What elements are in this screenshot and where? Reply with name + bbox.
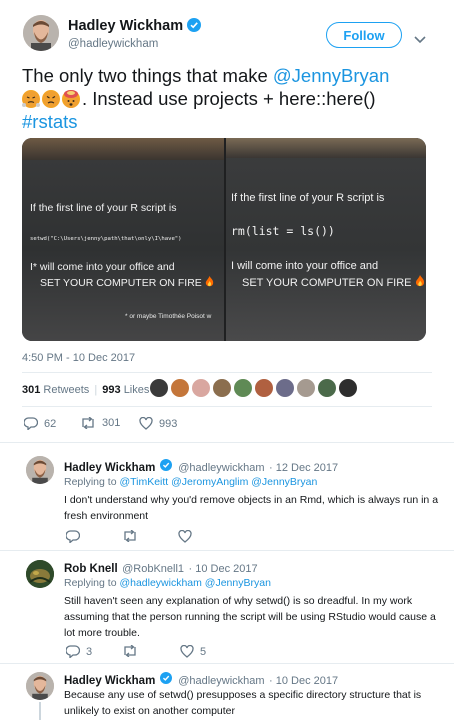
- liker-avatar[interactable]: [213, 379, 231, 397]
- reply-avatar[interactable]: [26, 672, 54, 700]
- tweet-text: The only two things that make @JennyBrya…: [22, 65, 390, 132]
- slide-right: If the first line of your R script is rm…: [226, 138, 426, 341]
- retweet-action[interactable]: [122, 645, 138, 657]
- reply-date[interactable]: · 10 Dec 2017: [189, 563, 258, 575]
- tweet-timestamp[interactable]: 4:50 PM - 10 Dec 2017: [22, 352, 135, 364]
- heart-icon: [139, 417, 153, 430]
- reply-icon: [66, 530, 80, 543]
- reply-avatar[interactable]: [26, 456, 54, 484]
- like-count: 5: [200, 645, 207, 658]
- like-action[interactable]: 5: [180, 645, 206, 658]
- liker-avatar[interactable]: [150, 379, 168, 397]
- slide-right-code: rm(list = ls()): [231, 224, 335, 238]
- reply-icon: [66, 645, 80, 658]
- thread-line: [39, 702, 41, 720]
- heart-icon: [178, 530, 192, 543]
- verified-badge-icon: [159, 459, 174, 473]
- retweet-action[interactable]: 301: [80, 417, 120, 429]
- retweets-stat[interactable]: 301 Retweets: [22, 384, 89, 396]
- reply-author-name[interactable]: Rob Knell: [64, 563, 118, 575]
- slide-left-line3-row: SET YOUR COMPUTER ON FIRE: [40, 276, 224, 289]
- chevron-down-icon[interactable]: [414, 31, 426, 49]
- reply-count: 3: [86, 645, 93, 658]
- divider: [0, 550, 454, 551]
- heart-icon: [180, 645, 194, 658]
- exploding-head-icon: [62, 90, 80, 108]
- hashtag-link[interactable]: #rstats: [22, 111, 78, 132]
- replying-to: Replying to @hadleywickham @JennyBryan: [64, 577, 271, 589]
- angry-face-icon: [42, 90, 60, 108]
- replying-to-links[interactable]: @TimKeitt @JeromyAnglim @JennyBryan: [119, 476, 317, 488]
- reply-action[interactable]: 62: [24, 417, 56, 430]
- reply-text: I don't understand why you'd remove obje…: [64, 494, 439, 522]
- reply-date[interactable]: · 10 Dec 2017: [269, 675, 338, 687]
- fire-icon: [415, 275, 425, 287]
- reply-icon: [24, 417, 38, 430]
- slide-left-code: setwd("C:\Users\jenny\path\that\only\I\h…: [30, 236, 182, 242]
- fire-icon: [205, 276, 214, 287]
- reply-date[interactable]: · 12 Dec 2017: [269, 462, 338, 474]
- slide-left-line1: If the first line of your R script is: [30, 202, 177, 214]
- liker-avatar[interactable]: [171, 379, 189, 397]
- image-divider: [224, 138, 226, 341]
- retweet-icon: [122, 530, 138, 542]
- retweet-action[interactable]: [122, 530, 138, 542]
- reply-text: Because any use of setwd() presupposes a…: [64, 689, 422, 717]
- slide-right-line1: If the first line of your R script is: [231, 192, 385, 204]
- liker-avatar[interactable]: [339, 379, 357, 397]
- author-name[interactable]: Hadley Wickham: [68, 18, 183, 34]
- verified-badge-icon: [187, 18, 202, 32]
- like-count: 993: [159, 417, 178, 430]
- retweet-icon: [122, 645, 138, 657]
- reply-header: Rob Knell @RobKnell1 · 10 Dec 2017: [64, 559, 258, 577]
- reply-text: Still haven't seen any explanation of wh…: [64, 595, 436, 639]
- divider: [22, 406, 432, 407]
- angry-face-with-steam-icon: [22, 90, 40, 108]
- reply-author-name[interactable]: Hadley Wickham: [64, 675, 155, 687]
- stats-row: 301 Retweets | 993 Likes: [22, 384, 150, 396]
- verified-badge-icon: [159, 672, 174, 686]
- reply-author-name[interactable]: Hadley Wickham: [64, 462, 155, 474]
- reply-header: Hadley Wickham @hadleywickham · 12 Dec 2…: [64, 458, 338, 476]
- retweet-icon: [80, 417, 96, 429]
- divider: [22, 372, 432, 373]
- slide-right-line3: SET YOUR COMPUTER ON FIRE: [242, 277, 412, 289]
- divider: [0, 442, 454, 443]
- reply-avatar[interactable]: [26, 560, 54, 588]
- like-action[interactable]: [178, 530, 192, 543]
- reply-count: 62: [44, 417, 57, 430]
- like-action[interactable]: 993: [139, 417, 177, 430]
- liker-avatar[interactable]: [234, 379, 252, 397]
- slide-right-line3-row: SET YOUR COMPUTER ON FIRE: [242, 275, 426, 289]
- retweet-count: 301: [102, 417, 121, 429]
- liker-avatar[interactable]: [297, 379, 315, 397]
- reply-author-handle[interactable]: @hadleywickham: [178, 462, 264, 474]
- replying-to: Replying to @TimKeitt @JeromyAnglim @Jen…: [64, 476, 318, 488]
- slide-left-footnote: * or maybe Timothée Poisot w: [125, 313, 212, 320]
- slide-left-line3: SET YOUR COMPUTER ON FIRE: [40, 277, 202, 289]
- divider: [0, 663, 454, 664]
- likes-stat[interactable]: 993 Likes: [102, 384, 149, 396]
- slide-left: If the first line of your R script is se…: [22, 138, 224, 341]
- reply-action[interactable]: [66, 530, 80, 543]
- mention-link[interactable]: @JennyBryan: [273, 65, 389, 86]
- liker-avatar[interactable]: [318, 379, 336, 397]
- replying-to-links[interactable]: @hadleywickham @JennyBryan: [119, 577, 270, 589]
- reply-action[interactable]: 3: [66, 645, 92, 658]
- liker-avatar[interactable]: [255, 379, 273, 397]
- likers-avatars: [150, 379, 357, 399]
- liker-avatar[interactable]: [192, 379, 210, 397]
- liker-avatar[interactable]: [276, 379, 294, 397]
- reply-author-handle[interactable]: @RobKnell1: [122, 563, 184, 575]
- reply-author-handle[interactable]: @hadleywickham: [178, 675, 264, 687]
- follow-button[interactable]: Follow: [326, 22, 402, 48]
- tweet-image[interactable]: If the first line of your R script is se…: [22, 138, 426, 341]
- author-avatar[interactable]: [23, 15, 59, 51]
- slide-right-line2: I will come into your office and: [231, 260, 379, 272]
- author-name-row: Hadley Wickham: [68, 18, 202, 34]
- author-handle[interactable]: @hadleywickham: [68, 38, 158, 50]
- slide-left-line2: I* will come into your office and: [30, 261, 175, 273]
